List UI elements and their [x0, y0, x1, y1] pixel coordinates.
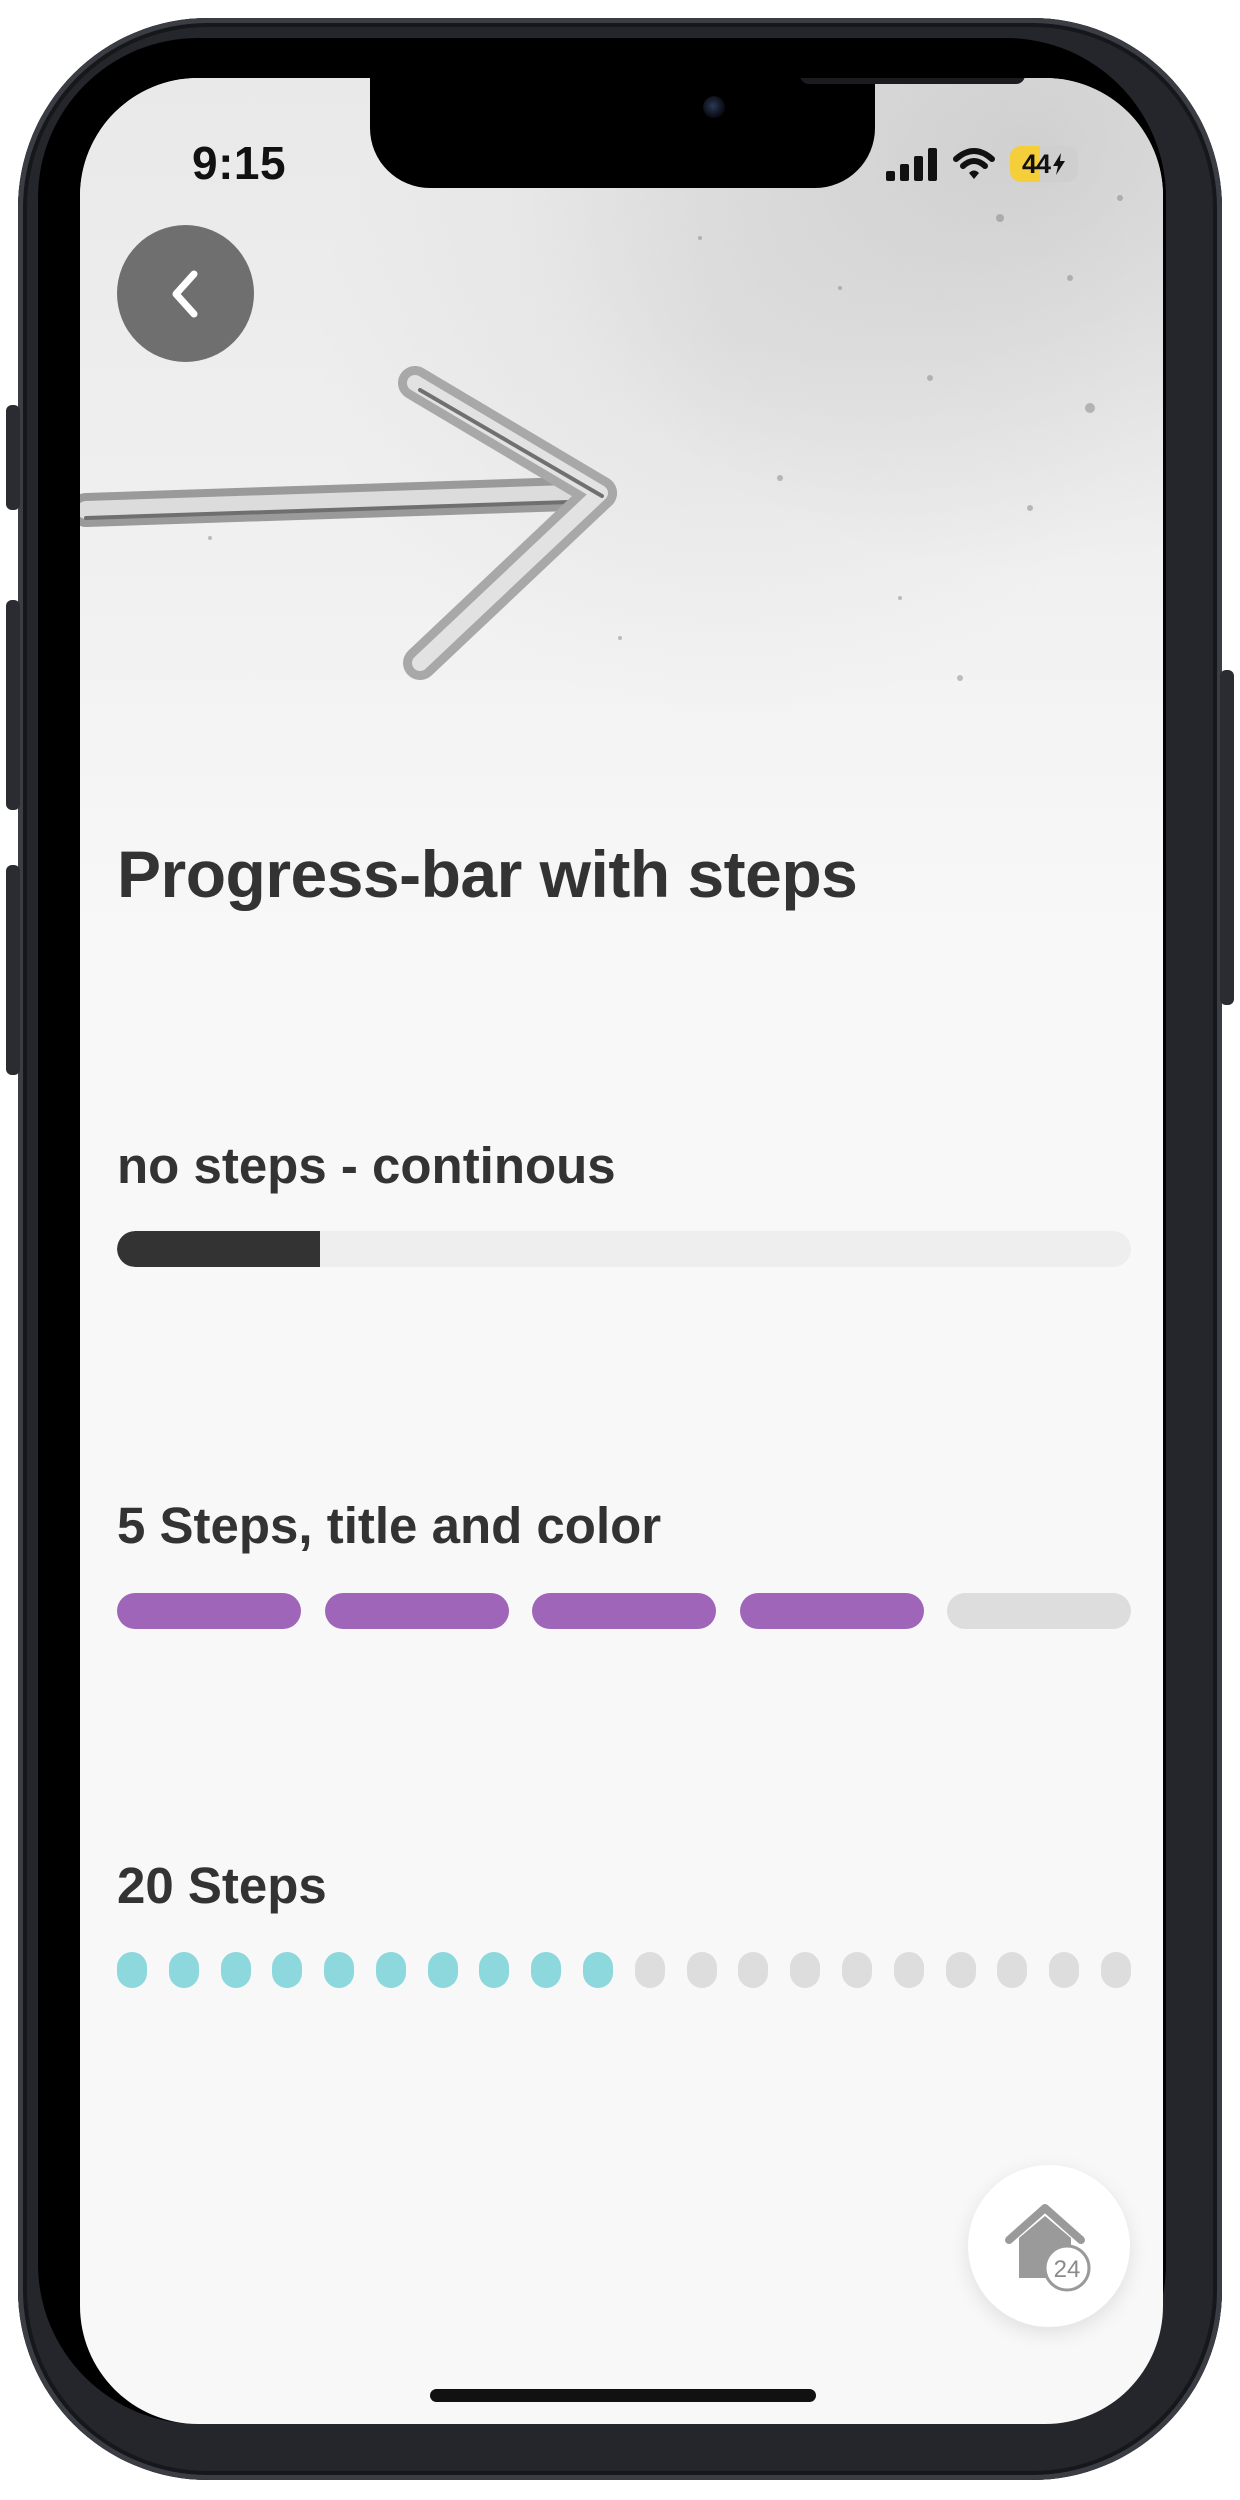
status-time: 9:15 [192, 137, 287, 189]
cellular-signal-icon [886, 148, 937, 181]
progress-step-incomplete [686, 1952, 717, 1988]
back-button[interactable] [117, 225, 254, 362]
progress-bar-fill [117, 1231, 320, 1267]
progress-step-incomplete [997, 1952, 1028, 1988]
progress-step-incomplete [841, 1952, 872, 1988]
chevron-left-icon [172, 270, 197, 317]
hero-image [80, 78, 1163, 938]
notch [370, 78, 1025, 188]
charging-bolt-icon [1053, 153, 1066, 175]
progress-step-incomplete [947, 1593, 1131, 1629]
progress-step-complete [168, 1952, 199, 1988]
progress-step-incomplete [893, 1952, 924, 1988]
power-button [1220, 670, 1234, 1005]
battery-percent: 44 [1021, 148, 1051, 179]
section-label-5-steps: 5 Steps, title and color [117, 1497, 662, 1554]
progress-step-complete [117, 1952, 147, 1988]
progress-step-complete [739, 1593, 924, 1629]
progress-bar-20-steps [117, 1952, 1131, 1988]
progress-step-complete [272, 1952, 303, 1988]
progress-step-complete [531, 1952, 562, 1988]
progress-step-complete [324, 1593, 509, 1629]
progress-bar-continuous [117, 1231, 1131, 1267]
progress-step-complete [479, 1952, 510, 1988]
progress-step-incomplete [790, 1952, 821, 1988]
home-indicator[interactable] [430, 2389, 816, 2402]
progress-step-complete [532, 1593, 716, 1629]
app-screen: 9:15 44 Progress-bar with steps no steps… [80, 78, 1163, 2424]
silent-switch [6, 405, 20, 510]
wifi-icon [953, 148, 995, 179]
status-icons: 44 [886, 144, 1078, 184]
earpiece [800, 78, 1025, 84]
progress-step-incomplete [1049, 1952, 1080, 1988]
arrow-pointing-right-on-concrete [80, 155, 1123, 681]
front-camera [703, 96, 725, 118]
section-label-20-steps: 20 Steps [117, 1857, 327, 1914]
progress-step-complete [220, 1952, 251, 1988]
progress-step-incomplete [738, 1952, 769, 1988]
progress-step-complete [324, 1952, 355, 1988]
progress-step-complete [117, 1593, 301, 1629]
progress-step-incomplete [945, 1952, 976, 1988]
progress-step-complete [583, 1952, 614, 1988]
progress-step-complete [427, 1952, 458, 1988]
progress-step-incomplete [634, 1952, 665, 1988]
volume-up-button [6, 600, 20, 810]
home-button[interactable]: 24 [968, 2165, 1130, 2327]
progress-step-incomplete [1100, 1952, 1131, 1988]
section-label-continuous: no steps - continous [117, 1137, 616, 1194]
home-badge: 24 [1054, 2256, 1081, 2283]
volume-down-button [6, 865, 20, 1075]
home-icon: 24 [1005, 2204, 1091, 2292]
page-title: Progress-bar with steps [117, 837, 858, 911]
progress-step-complete [375, 1952, 406, 1988]
battery-indicator: 44 [1010, 146, 1078, 182]
progress-bar-5-steps [117, 1593, 1131, 1629]
